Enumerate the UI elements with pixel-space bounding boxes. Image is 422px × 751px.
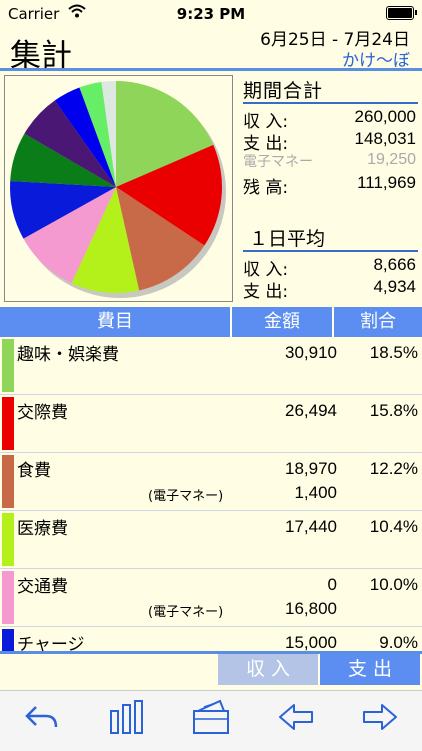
category-color-swatch (2, 339, 14, 392)
stat-expense: 支 出: 148,031 (243, 129, 418, 154)
category-amount: 0 (327, 575, 337, 594)
next-arrow-icon[interactable] (350, 697, 410, 745)
header: 集計 6月25日 - 7月24日 かけ～ぼ (0, 28, 422, 74)
category-name: 交際費 (17, 403, 68, 423)
daily-income: 収 入: 8,666 (243, 255, 418, 280)
category-color-swatch (2, 513, 14, 566)
category-name: 趣味・娯楽費 (17, 345, 119, 365)
category-amount: 15,000 (285, 633, 337, 651)
stat-label: 残 高: (243, 178, 289, 198)
emoney-amount: 1,400 (294, 483, 337, 502)
bottom-toolbar (0, 690, 422, 751)
header-amount[interactable]: 金額 (232, 307, 334, 337)
stat-value: 148,031 (354, 129, 416, 148)
category-color-swatch (2, 571, 14, 624)
table-row[interactable]: 食費 18,970 12.2% (電子マネー) 1,400 (0, 453, 422, 511)
prev-arrow-icon[interactable] (266, 697, 326, 745)
stat-income: 収 入: 260,000 (243, 107, 418, 132)
stat-value: 8,666 (373, 255, 416, 274)
period-divider (243, 102, 418, 104)
table-row[interactable]: 交通費 0 10.0% (電子マネー) 16,800 (0, 569, 422, 627)
category-color-swatch (2, 455, 14, 508)
table-row[interactable]: 交際費 26,494 15.8% (0, 395, 422, 453)
header-category[interactable]: 費目 (0, 307, 232, 337)
wallet-icon[interactable] (182, 697, 242, 745)
category-name: チャージ (17, 635, 85, 651)
pie-chart-panel (4, 75, 233, 302)
emoney-label: (電子マネー) (148, 489, 224, 504)
table-row[interactable]: 趣味・娯楽費 30,910 18.5% (0, 337, 422, 395)
category-ratio: 9.0% (379, 633, 418, 651)
daily-heading: １日平均 (249, 228, 326, 250)
category-list[interactable]: 趣味・娯楽費 30,910 18.5% 交際費 26,494 15.8% 食費 … (0, 337, 422, 651)
stat-balance: 残 高: 111,969 (243, 173, 418, 198)
status-time: 9:23 PM (176, 5, 246, 23)
stat-value: 19,250 (367, 151, 416, 168)
category-name: 交通費 (17, 577, 68, 597)
status-bar: Carrier 9:23 PM (0, 0, 422, 28)
table-row[interactable]: 医療費 17,440 10.4% (0, 511, 422, 569)
category-ratio: 10.4% (369, 517, 418, 536)
category-ratio: 18.5% (369, 343, 418, 362)
table-row[interactable]: チャージ 15,000 9.0% (0, 627, 422, 651)
category-name: 医療費 (17, 519, 68, 539)
battery-icon (386, 6, 417, 20)
daily-divider (243, 250, 418, 252)
daily-summary: １日平均 収 入: 8,666 支 出: 4,934 (243, 224, 418, 302)
category-ratio: 12.2% (369, 459, 418, 478)
category-table-header: 費目 金額 割合 (0, 307, 422, 337)
stat-value: 111,969 (357, 173, 416, 192)
category-name: 食費 (17, 461, 51, 481)
stat-value: 4,934 (373, 277, 416, 296)
category-color-swatch (2, 629, 14, 651)
emoney-amount: 16,800 (285, 599, 337, 618)
daily-expense: 支 出: 4,934 (243, 277, 418, 302)
category-amount: 30,910 (285, 343, 337, 362)
stat-label: 電子マネー (243, 154, 313, 170)
stat-label: 支 出: (243, 282, 289, 302)
category-amount: 18,970 (285, 459, 337, 478)
period-heading: 期間合計 (243, 80, 324, 102)
back-arrow-icon[interactable] (12, 697, 72, 745)
category-ratio: 10.0% (369, 575, 418, 594)
header-ratio[interactable]: 割合 (334, 307, 422, 337)
stat-emoney: 電子マネー 19,250 (243, 151, 418, 173)
category-amount: 17,440 (285, 517, 337, 536)
expense-tab[interactable]: 支 出 (320, 654, 420, 685)
period-summary: 期間合計 収 入: 260,000 支 出: 148,031 電子マネー 19,… (243, 76, 418, 198)
category-ratio: 15.8% (369, 401, 418, 420)
category-color-swatch (2, 397, 14, 450)
stat-value: 260,000 (354, 107, 416, 126)
income-tab[interactable]: 収 入 (218, 654, 318, 685)
header-divider (0, 68, 422, 71)
category-amount: 26,494 (285, 401, 337, 420)
pie-chart (9, 81, 226, 298)
emoney-label: (電子マネー) (148, 605, 224, 620)
bar-chart-icon[interactable] (97, 697, 157, 745)
